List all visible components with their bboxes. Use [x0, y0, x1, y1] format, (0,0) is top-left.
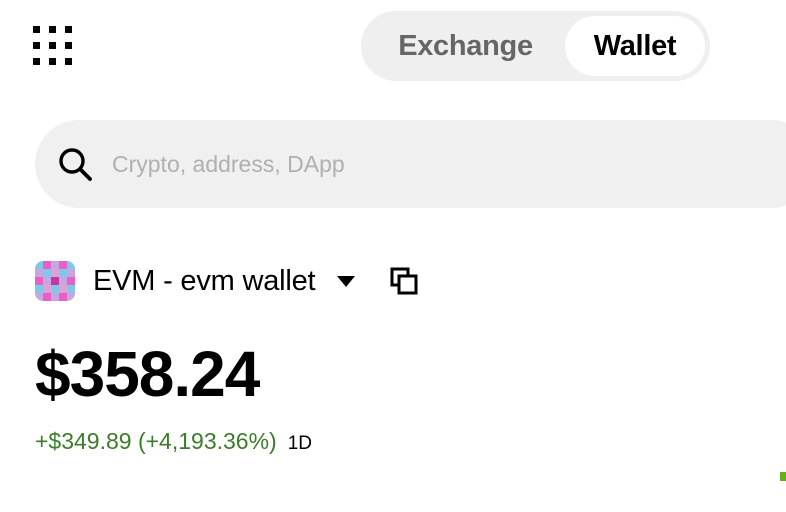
portfolio-change-row: +$349.89 (+4,193.36%) 1D [35, 428, 312, 455]
caret-down-icon[interactable] [337, 275, 356, 287]
grid-dots-icon[interactable] [33, 26, 73, 66]
mode-switcher: Exchange Wallet [361, 11, 710, 81]
sparkline-mark [780, 472, 786, 481]
period-selector[interactable]: 1D [288, 433, 312, 455]
tab-wallet[interactable]: Wallet [565, 16, 705, 76]
portfolio-change: +$349.89 (+4,193.36%) [35, 428, 277, 454]
search-input[interactable] [110, 149, 714, 179]
wallet-screen: Exchange Wallet EVM - evm wallet $358.24… [0, 0, 786, 512]
search-icon [59, 148, 92, 181]
wallet-selector[interactable]: EVM - evm wallet [35, 261, 418, 301]
copy-icon[interactable] [390, 267, 418, 295]
search-bar[interactable] [35, 120, 786, 208]
pixel-avatar-icon [35, 261, 75, 301]
tab-exchange[interactable]: Exchange [366, 16, 565, 76]
portfolio-balance: $358.24 [35, 338, 260, 410]
wallet-name[interactable]: EVM - evm wallet [93, 265, 316, 298]
